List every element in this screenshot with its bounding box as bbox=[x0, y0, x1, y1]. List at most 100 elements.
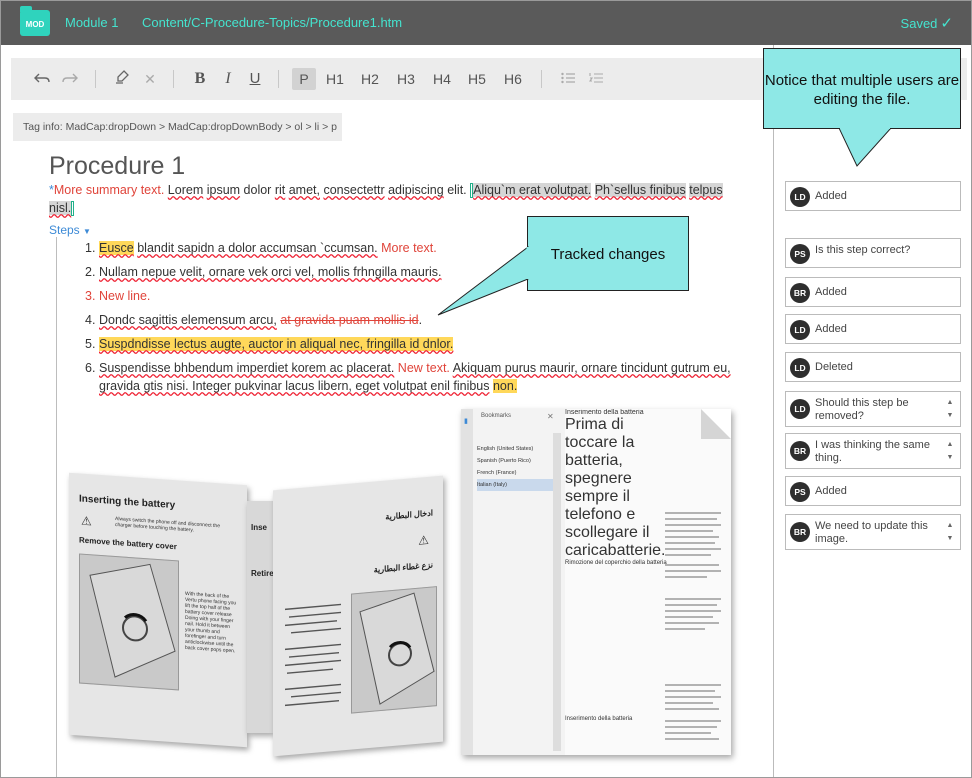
list-number: 5. bbox=[85, 337, 96, 351]
avatar: LD bbox=[790, 399, 810, 419]
toolbar-divider bbox=[173, 70, 174, 88]
list-number: 6. bbox=[85, 361, 96, 375]
new-text: New text. bbox=[397, 361, 450, 375]
page-heading-fragment: Inse bbox=[251, 523, 268, 532]
file-path[interactable]: Content/C-Procedure-Topics/Procedure1.ht… bbox=[142, 15, 402, 30]
undo-icon[interactable] bbox=[31, 68, 53, 90]
steps-dropdown[interactable]: Steps ▼ bbox=[49, 223, 91, 237]
summary-word: elit. bbox=[447, 183, 467, 197]
heading2-button[interactable]: H2 bbox=[358, 68, 382, 90]
heading6-button[interactable]: H6 bbox=[501, 68, 525, 90]
heading1-button[interactable]: H1 bbox=[323, 68, 347, 90]
tracked-changes-callout: Tracked changes bbox=[527, 216, 689, 291]
comment-card[interactable]: BR I was thinking the same thing. ▲ ▼ bbox=[785, 433, 961, 469]
avatar: LD bbox=[790, 187, 810, 207]
change-bracket bbox=[71, 201, 75, 217]
manual-page-fold: Inse Retire bbox=[247, 501, 273, 733]
bookmarks-title: Bookmarks bbox=[481, 413, 512, 419]
list-number: 3. bbox=[85, 289, 96, 303]
comment-card[interactable]: PS Is this step correct? bbox=[785, 238, 961, 268]
highlighted-text: Suspdndisse lectus augte, auctor in aliq… bbox=[99, 337, 454, 351]
top-bar: MOD Module 1 Content/C-Procedure-Topics/… bbox=[1, 1, 971, 45]
new-text: More text. bbox=[381, 241, 437, 255]
underline-button[interactable]: U bbox=[244, 68, 266, 90]
list-item[interactable]: 5. Suspdndisse lectus augte, auctor in a… bbox=[85, 335, 755, 353]
module-icon: MOD bbox=[20, 6, 50, 36]
brush-icon[interactable] bbox=[111, 68, 133, 90]
toolbar-divider bbox=[95, 70, 96, 88]
list-item[interactable]: 6. Suspendisse bhbendum imperdiet korem … bbox=[85, 359, 755, 395]
module-title[interactable]: Module 1 bbox=[65, 15, 118, 30]
toolbar-divider bbox=[278, 70, 279, 88]
checkmark-icon: ✓ bbox=[940, 15, 953, 32]
callout-pointer bbox=[437, 245, 530, 316]
manual-page-english[interactable]: Inserting the battery Always switch the … bbox=[69, 472, 247, 748]
comment-card[interactable]: LD Should this step be removed? ▲ ▼ bbox=[785, 391, 961, 427]
phone-illustration bbox=[351, 586, 437, 714]
page-text: Prima di toccare la batteria, spegnere s… bbox=[565, 416, 666, 559]
comment-card[interactable]: BR We need to update this image. ▲ ▼ bbox=[785, 514, 961, 550]
scrollbar bbox=[553, 433, 561, 751]
steps-label: Steps bbox=[49, 223, 80, 237]
page-title[interactable]: Procedure 1 bbox=[49, 152, 185, 181]
bookmarks-list: English (United States) Spanish (Puerto … bbox=[477, 443, 553, 491]
highlighted-text: Eusce bbox=[99, 241, 134, 255]
avatar: LD bbox=[790, 358, 810, 378]
phone-illustration bbox=[565, 566, 649, 646]
comment-card[interactable]: BR Added bbox=[785, 277, 961, 307]
paragraph-button[interactable]: P bbox=[292, 68, 316, 90]
comment-text: Added bbox=[815, 286, 847, 298]
toolbar-divider bbox=[541, 70, 542, 88]
comment-scrollbar[interactable]: ▲ ▼ bbox=[943, 438, 957, 466]
chevron-down-icon: ▼ bbox=[83, 227, 91, 236]
phone-illustration bbox=[565, 722, 649, 755]
comment-card[interactable]: LD Added bbox=[785, 314, 961, 344]
deleted-text: at gravida puam mollis id bbox=[280, 313, 419, 327]
bold-button[interactable]: B bbox=[189, 68, 211, 90]
comment-card[interactable]: PS Added bbox=[785, 476, 961, 506]
comment-card[interactable]: LD Deleted bbox=[785, 352, 961, 382]
italian-manual-page: Inserimento della batteria Prima di tocc… bbox=[565, 409, 731, 755]
italian-text-block bbox=[663, 509, 723, 745]
redo-icon[interactable] bbox=[59, 68, 81, 90]
summary-word: dolor bbox=[243, 183, 272, 197]
saved-label: Saved bbox=[900, 16, 938, 31]
numbered-list-icon[interactable] bbox=[586, 68, 606, 90]
pdf-viewer-image[interactable]: ▮ Bookmarks ✕ English (United States) Sp… bbox=[461, 409, 731, 755]
comment-text: We need to update this image. bbox=[815, 520, 928, 545]
list-item[interactable]: 4. Dondc sagittis elemensum arcu, at gra… bbox=[85, 311, 755, 329]
highlighted-text: non. bbox=[492, 379, 518, 393]
summary-word: ipsum bbox=[206, 183, 241, 197]
clear-format-icon[interactable]: ✕ bbox=[139, 68, 161, 90]
step-text: Dondc sagittis elemensum arcu, bbox=[99, 313, 277, 327]
summary-word: adipiscing bbox=[388, 183, 444, 197]
page-heading-fragment: Retire bbox=[251, 569, 273, 578]
avatar: BR bbox=[790, 283, 810, 303]
comment-scrollbar[interactable]: ▲ ▼ bbox=[943, 396, 957, 424]
bookmark-item: Spanish (Puerto Rico) bbox=[477, 458, 531, 464]
list-number: 1. bbox=[85, 241, 96, 255]
bookmark-item: English (United States) bbox=[477, 446, 534, 452]
heading3-button[interactable]: H3 bbox=[394, 68, 418, 90]
new-text: New line. bbox=[99, 289, 151, 303]
step-text: blandit sapidn a dolor accumsan `ccumsan… bbox=[137, 241, 378, 255]
heading5-button[interactable]: H5 bbox=[465, 68, 489, 90]
editor-window: MOD Module 1 Content/C-Procedure-Topics/… bbox=[0, 0, 972, 778]
summary-paragraph[interactable]: *More summary text. Lorem ipsum dolor ri… bbox=[49, 181, 729, 217]
comment-scrollbar[interactable]: ▲ ▼ bbox=[943, 519, 957, 547]
step-text-end: . bbox=[418, 313, 423, 327]
bullet-list-icon[interactable] bbox=[558, 68, 578, 90]
comment-card[interactable]: LD Added bbox=[785, 181, 961, 211]
page-curl bbox=[701, 409, 731, 439]
phone-illustration bbox=[79, 553, 179, 691]
heading4-button[interactable]: H4 bbox=[430, 68, 454, 90]
dropdown-body-line bbox=[56, 237, 57, 777]
users-callout: Notice that multiple users are editing t… bbox=[763, 48, 961, 129]
close-icon: ✕ bbox=[547, 412, 554, 421]
comment-text: Added bbox=[815, 190, 847, 202]
manual-page-arabic[interactable]: ادخال البطارية ⚠ نزع غطاء البطارية bbox=[273, 475, 443, 757]
italic-button[interactable]: I bbox=[217, 68, 239, 90]
bookmark-icon: ▮ bbox=[464, 418, 468, 425]
viewer-sidebar bbox=[461, 409, 473, 755]
saved-status: Saved ✓ bbox=[901, 14, 953, 32]
